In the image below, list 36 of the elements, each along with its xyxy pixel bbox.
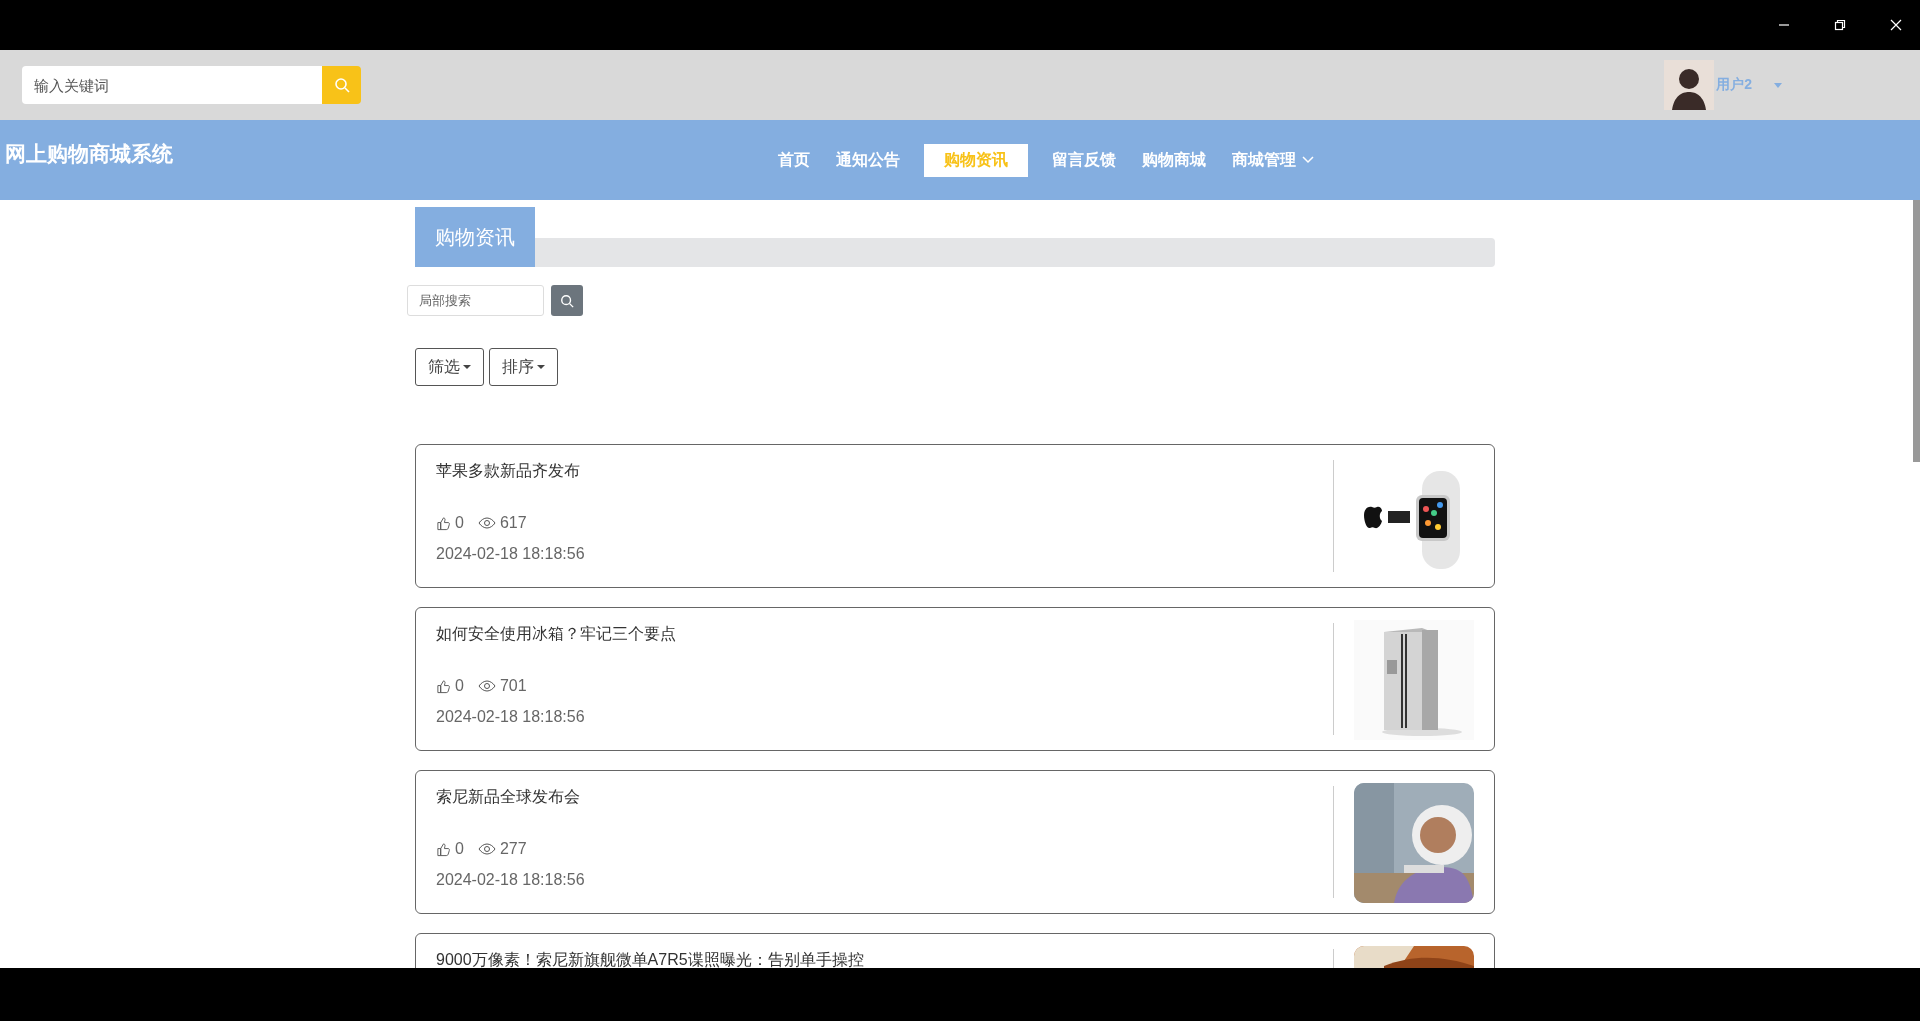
dropdown-button[interactable]: 筛选 [415, 348, 484, 386]
publish-date: 2024-02-18 18:18:56 [436, 708, 586, 726]
site-title: 网上购物商城系统 [5, 141, 173, 167]
publish-date: 2024-02-18 18:18:56 [436, 871, 586, 889]
close-icon[interactable] [1890, 19, 1902, 31]
like-count: 0 [455, 677, 464, 695]
eye-icon [477, 517, 496, 529]
search-icon [560, 293, 574, 308]
article-title[interactable]: 苹果多款新品齐发布 [436, 461, 1333, 482]
article-card[interactable]: 索尼新品全球发布会 0 277 2024-02-18 18:18:56 [415, 770, 1495, 914]
thumbs-up-icon [436, 678, 451, 694]
dropdown-button[interactable]: 排序 [489, 348, 558, 386]
article-card[interactable]: 苹果多款新品齐发布 0 617 2024-02-18 18:18:56 [415, 444, 1495, 588]
like-count: 0 [455, 514, 464, 532]
article-title[interactable]: 索尼新品全球发布会 [436, 787, 1333, 808]
view-count: 701 [499, 677, 527, 695]
article-card[interactable]: 如何安全使用冰箱？牢记三个要点 0 701 2024-02-18 18:18:56 [415, 607, 1495, 751]
like-count: 0 [455, 840, 464, 858]
thumbs-up-icon [436, 841, 451, 857]
chevron-icon [1302, 156, 1314, 164]
search-button[interactable] [551, 285, 583, 316]
view-count: 277 [499, 840, 527, 858]
view-count: 617 [499, 514, 527, 532]
scrollbar[interactable] [1913, 200, 1920, 462]
article-title[interactable]: 9000万像素！索尼新旗舰微单A7R5谍照曝光：告别单手操控 [436, 950, 1333, 968]
avatar[interactable] [1664, 60, 1715, 110]
eye-icon [477, 843, 496, 855]
search-icon [333, 77, 350, 93]
thumbs-up-icon [436, 515, 451, 531]
article-title[interactable]: 如何安全使用冰箱？牢记三个要点 [436, 624, 1333, 645]
search-field[interactable]: 输入关键词 [22, 66, 322, 104]
page-title: 购物资讯 [415, 207, 535, 267]
restore-icon[interactable] [1834, 19, 1846, 31]
eye-icon [477, 680, 496, 692]
publish-date: 2024-02-18 18:18:56 [436, 545, 586, 563]
search-field[interactable]: 局部搜索 [407, 285, 544, 316]
